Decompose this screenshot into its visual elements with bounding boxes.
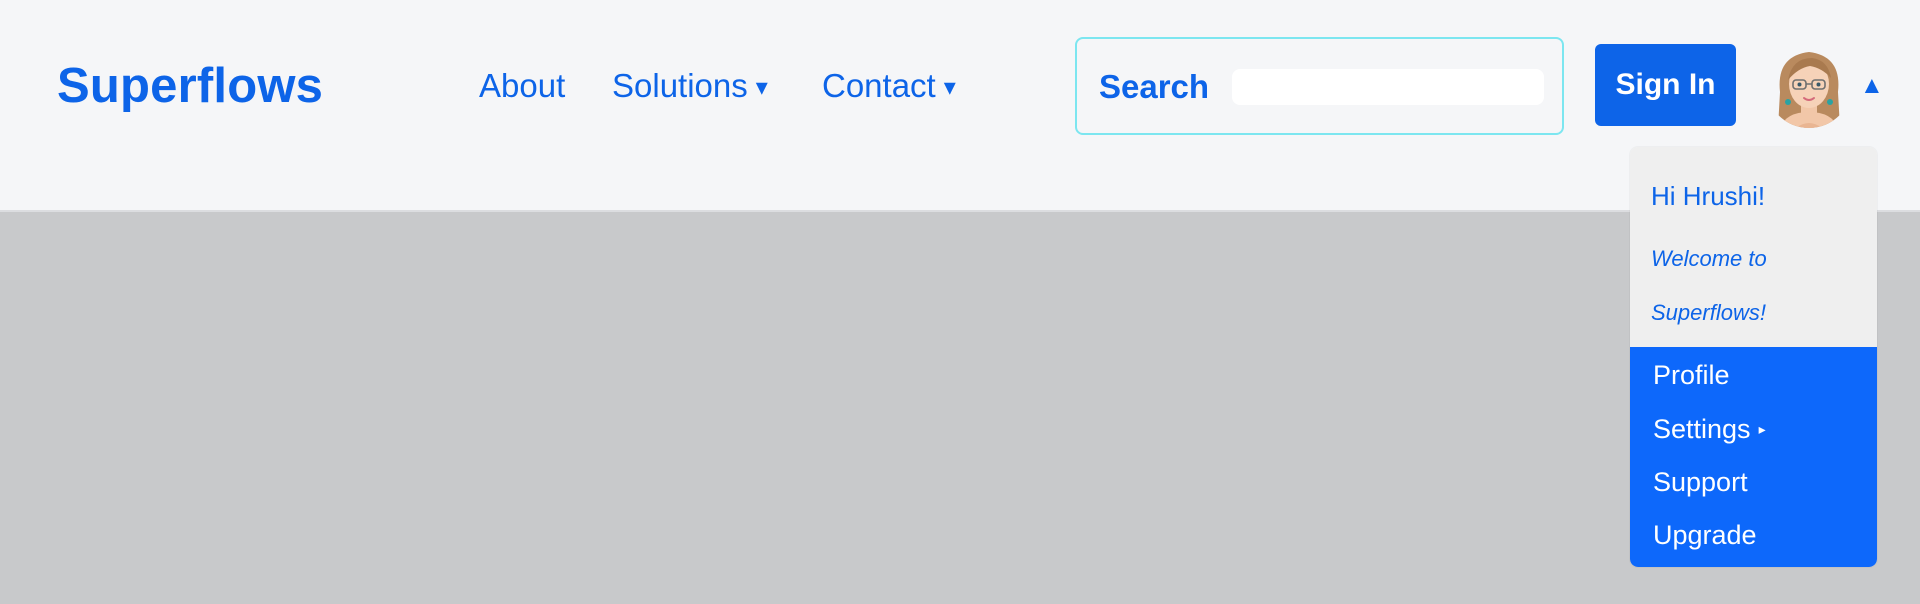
user-dropdown-menu: Hi Hrushi! Welcome to Superflows! Profil… (1630, 147, 1877, 567)
search-box: Search (1075, 37, 1564, 135)
menu-item-label: Upgrade (1653, 520, 1757, 550)
menu-item-upgrade[interactable]: Upgrade (1653, 519, 1757, 551)
caret-down-icon: ▾ (943, 74, 956, 101)
menu-item-profile[interactable]: Profile (1653, 359, 1730, 391)
menu-item-label: Settings (1653, 414, 1751, 444)
search-input[interactable] (1232, 69, 1544, 105)
brand-logo[interactable]: Superflows (57, 58, 323, 114)
chevron-right-icon: ▸ (1758, 421, 1766, 437)
dropdown-greeting-panel: Hi Hrushi! Welcome to Superflows! (1630, 147, 1877, 347)
menu-item-label: Profile (1653, 360, 1730, 390)
nav-about-label: About (479, 67, 566, 104)
menu-item-support[interactable]: Support (1653, 466, 1748, 498)
caret-up-icon[interactable]: ▲ (1860, 72, 1884, 100)
nav-contact-dropdown[interactable]: Contact ▾ (822, 66, 956, 108)
nav-about-link[interactable]: About (479, 66, 565, 106)
caret-down-icon: ▾ (755, 74, 768, 101)
menu-item-settings[interactable]: Settings ▸ (1653, 413, 1766, 445)
nav-solutions-label: Solutions (612, 67, 748, 104)
user-avatar-icon[interactable] (1766, 42, 1852, 128)
greeting-text: Hi Hrushi! (1651, 181, 1766, 211)
search-label: Search (1099, 68, 1210, 105)
menu-item-label: Support (1653, 467, 1748, 497)
welcome-text: Welcome to Superflows! (1651, 246, 1767, 325)
nav-solutions-dropdown[interactable]: Solutions ▾ (612, 66, 768, 108)
sign-in-button[interactable]: Sign In (1595, 44, 1736, 126)
nav-contact-label: Contact (822, 67, 936, 104)
dropdown-menu-list: Profile Settings ▸ Support Upgrade (1630, 347, 1877, 567)
